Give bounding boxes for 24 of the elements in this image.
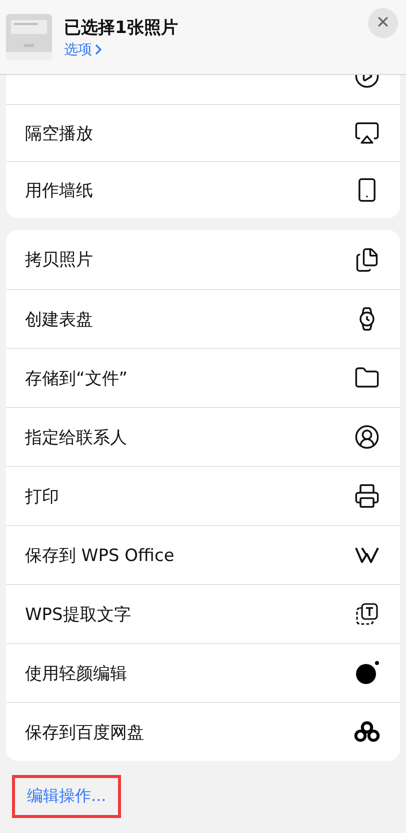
action-row[interactable]: 隔空播放 xyxy=(6,104,400,161)
edit-actions-link[interactable]: 编辑操作... xyxy=(12,775,122,818)
action-row[interactable]: 创建表盘 xyxy=(6,289,400,348)
copy-icon xyxy=(354,246,380,272)
printer-icon xyxy=(354,483,380,509)
action-row[interactable]: 保存到 WPS Office xyxy=(6,525,400,584)
w-logo-icon xyxy=(354,545,380,565)
action-row[interactable]: 拷贝照片 xyxy=(6,230,400,289)
cloud-logo-icon xyxy=(354,720,380,744)
action-row[interactable]: 用作墙纸 xyxy=(6,161,400,218)
contact-icon xyxy=(354,424,380,450)
options-link[interactable]: 选项 xyxy=(64,40,102,58)
action-row[interactable]: 保存到百度网盘 xyxy=(6,702,400,761)
text-extract-icon xyxy=(355,602,379,626)
action-row[interactable]: 存储到“文件” xyxy=(6,348,400,407)
airplay-icon xyxy=(354,120,380,146)
sheet-title: 已选择1张照片 xyxy=(64,16,179,38)
action-row[interactable]: 打印 xyxy=(6,466,400,525)
chevron-icon xyxy=(95,44,102,55)
dot-icon xyxy=(354,660,380,686)
action-row[interactable]: WPS提取文字 xyxy=(6,584,400,643)
close-button[interactable]: ✕ xyxy=(368,8,398,38)
action-row[interactable]: 使用轻颜编辑 xyxy=(6,643,400,702)
action-row[interactable]: 指定给联系人 xyxy=(6,407,400,466)
